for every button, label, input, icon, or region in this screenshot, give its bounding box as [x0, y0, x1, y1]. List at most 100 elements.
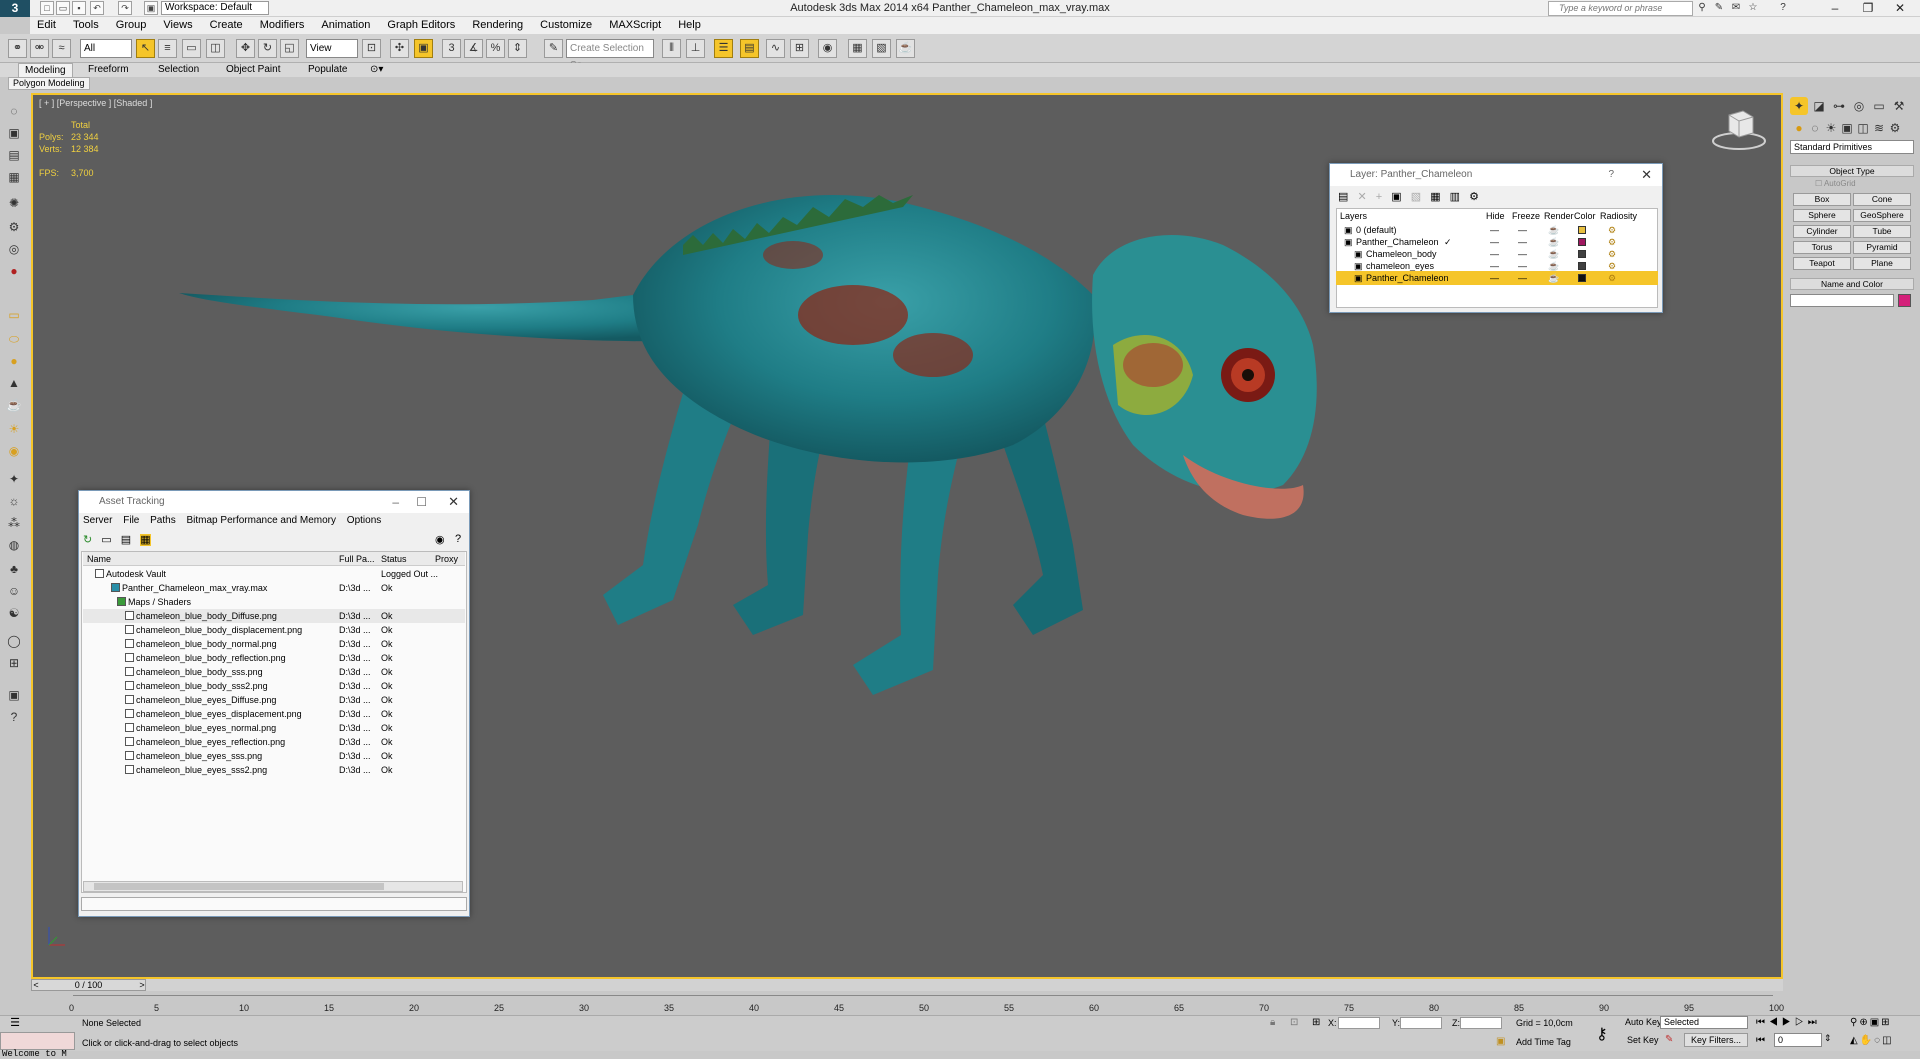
key-mode-toggle-icon[interactable]: ⏮ [1756, 1035, 1765, 1046]
render-production-icon[interactable]: ☕ [896, 39, 915, 58]
asset-col-proxy[interactable]: Proxy [435, 552, 458, 566]
unlink-icon[interactable]: ⚮ [30, 39, 49, 58]
helper-icon[interactable]: ⚙ [5, 218, 23, 236]
asset-dialog-close-icon[interactable]: ✕ [448, 491, 459, 513]
binoculars-icon[interactable]: ⚲ [1695, 1, 1709, 15]
tab-modeling[interactable]: Modeling [18, 63, 73, 77]
teapot-primitive-icon[interactable]: ☕ [5, 396, 23, 414]
rectangular-region-icon[interactable]: ▭ [182, 39, 201, 58]
prev-frame-arrow-icon[interactable]: < [31, 980, 41, 990]
asset-row[interactable]: chameleon_blue_body_sss2.png D:\3d ... Ok [83, 679, 465, 693]
menu-tools[interactable]: Tools [66, 17, 106, 34]
asset-col-status[interactable]: Status [381, 552, 407, 566]
hide-toggle[interactable]: — [1490, 271, 1499, 285]
plane-primitive-icon[interactable]: ⬭ [5, 330, 23, 348]
asset-row[interactable]: chameleon_blue_body_sss.png D:\3d ... Ok [83, 665, 465, 679]
asset-row[interactable]: chameleon_blue_eyes_sss.png D:\3d ... Ok [83, 749, 465, 763]
selection-lock-icon[interactable]: ⊡ [1290, 1017, 1298, 1028]
next-frame-arrow-icon[interactable]: > [137, 980, 147, 990]
menu-views[interactable]: Views [156, 17, 199, 34]
layer-dialog-titlebar[interactable]: Layer: Panther_Chameleon ? ✕ [1330, 164, 1662, 186]
plant-icon[interactable]: ♣ [5, 560, 23, 578]
polygon-modeling-panel[interactable]: Polygon Modeling [8, 77, 90, 90]
scale-icon[interactable]: ◱ [280, 39, 299, 58]
project-folder-icon[interactable]: ▣ [144, 1, 158, 15]
key-mode-dropdown[interactable]: Selected [1660, 1016, 1748, 1029]
mirror-icon[interactable]: ⫴ [662, 39, 681, 58]
menu-animation[interactable]: Animation [314, 17, 377, 34]
motion-tab-icon[interactable]: ◎ [1850, 97, 1868, 115]
add-time-tag[interactable]: Add Time Tag [1516, 1037, 1571, 1047]
asset-row[interactable]: chameleon_blue_eyes_reflection.png D:\3d … [83, 735, 465, 749]
auto-key-button[interactable]: Auto Key [1625, 1017, 1662, 1027]
set-key-key-icon[interactable]: ⚷ [1596, 1024, 1608, 1044]
layer-dialog-help[interactable]: ? [1608, 164, 1614, 186]
asset-minimize-icon[interactable]: – [392, 491, 399, 513]
display-tab-icon[interactable]: ▭ [1870, 97, 1888, 115]
zoom-extents-all-icon[interactable]: ⊞ [1881, 1017, 1891, 1028]
asset-row[interactable]: chameleon_blue_body_displacement.png D:\3… [83, 623, 465, 637]
menu-customize[interactable]: Customize [533, 17, 599, 34]
menu-group[interactable]: Group [109, 17, 154, 34]
time-slider-handle[interactable]: 0 / 100 [31, 979, 146, 991]
tube-button[interactable]: Tube [1853, 225, 1911, 238]
named-selection-dropdown[interactable]: Create Selection Se [566, 39, 654, 71]
selection-filter-dropdown[interactable]: All [80, 39, 132, 58]
snapshot-icon[interactable]: ◎ [5, 240, 23, 258]
asset-help-icon[interactable]: ? [455, 533, 461, 545]
asset-menu-options[interactable]: Options [347, 515, 381, 526]
delete-layer-icon[interactable]: ✕ [1357, 191, 1366, 203]
primitive-category-dropdown[interactable]: Standard Primitives [1790, 140, 1914, 154]
hide-all-icon[interactable]: ▦ [1430, 191, 1440, 203]
snaps-toggle-icon[interactable]: 3 [442, 39, 461, 58]
maximize-viewport-icon[interactable]: ◫ [1882, 1035, 1893, 1046]
maxscript-listener-mini[interactable] [0, 1032, 75, 1050]
asset-row[interactable]: Autodesk Vault Logged Out ... [83, 567, 465, 581]
select-object-icon[interactable]: ↖ [136, 39, 155, 58]
search-input[interactable]: Type a keyword or phrase [1548, 1, 1693, 16]
col-hide[interactable]: Hide [1486, 209, 1505, 223]
asset-col-name[interactable]: Name [87, 552, 111, 566]
geosphere-button[interactable]: GeoSphere [1853, 209, 1911, 222]
name-and-color-rollout[interactable]: Name and Color [1790, 278, 1914, 290]
new-file-icon[interactable]: □ [40, 1, 54, 15]
pivot-center-icon[interactable]: ⊡ [362, 39, 381, 58]
goto-start-icon[interactable]: ⏮ [1756, 1017, 1769, 1028]
material-editor-icon[interactable]: ◉ [818, 39, 837, 58]
communication-icon[interactable]: ✉ [1729, 1, 1743, 15]
asset-row[interactable]: Panther_Chameleon_max_vray.max D:\3d ... O… [83, 581, 465, 595]
frame-ruler[interactable] [73, 995, 1773, 1003]
asset-row[interactable]: chameleon_blue_body_Diffuse.png D:\3d ...… [83, 609, 465, 623]
menu-modifiers[interactable]: Modifiers [253, 17, 312, 34]
set-key-button[interactable]: Set Key [1627, 1035, 1659, 1045]
add-to-layer-icon[interactable]: + [1376, 191, 1382, 203]
cone-button[interactable]: Cone [1853, 193, 1911, 206]
freeze-toggle[interactable]: — [1518, 271, 1527, 285]
key-filters-button[interactable]: Key Filters... [1684, 1033, 1748, 1047]
viewcube-icon[interactable] [1711, 105, 1767, 155]
character-icon[interactable]: ☺ [5, 582, 23, 600]
asset-row[interactable]: chameleon_blue_eyes_displacement.png D:\3… [83, 707, 465, 721]
asset-row[interactable]: Maps / Shaders [83, 595, 465, 609]
absolute-mode-icon[interactable]: ⊞ [1312, 1017, 1320, 1028]
viewport-layout-icon[interactable]: ▣ [5, 124, 23, 142]
asset-row[interactable]: chameleon_blue_eyes_sss2.png D:\3d ... Ok [83, 763, 465, 777]
plane-button[interactable]: Plane [1853, 257, 1911, 270]
prev-key-icon[interactable]: ◀ [1769, 1017, 1782, 1028]
layer-color-swatch[interactable] [1578, 226, 1586, 234]
asset-path-field[interactable] [81, 897, 467, 911]
menu-edit[interactable]: Edit [30, 17, 63, 34]
vault-icon[interactable]: ◉ [435, 533, 445, 546]
object-color-swatch[interactable] [1898, 294, 1911, 307]
zoom-icon[interactable]: ⚲ [1850, 1017, 1859, 1028]
freeze-all-icon[interactable]: ▥ [1450, 191, 1460, 203]
layer-row[interactable]: ▣ Panther_Chameleon — — ☕ ⚙ [1336, 271, 1658, 285]
zoom-extents-icon[interactable]: ▣ [1870, 1017, 1881, 1028]
help-icon[interactable]: ? [1776, 1, 1790, 15]
favorites-icon[interactable]: ☆ [1746, 1, 1760, 15]
col-color[interactable]: Color [1574, 209, 1596, 223]
tab-freeform[interactable]: Freeform [82, 63, 135, 77]
box-button[interactable]: Box [1793, 193, 1851, 206]
menu-graph-editors[interactable]: Graph Editors [380, 17, 462, 34]
move-icon[interactable]: ✥ [236, 39, 255, 58]
